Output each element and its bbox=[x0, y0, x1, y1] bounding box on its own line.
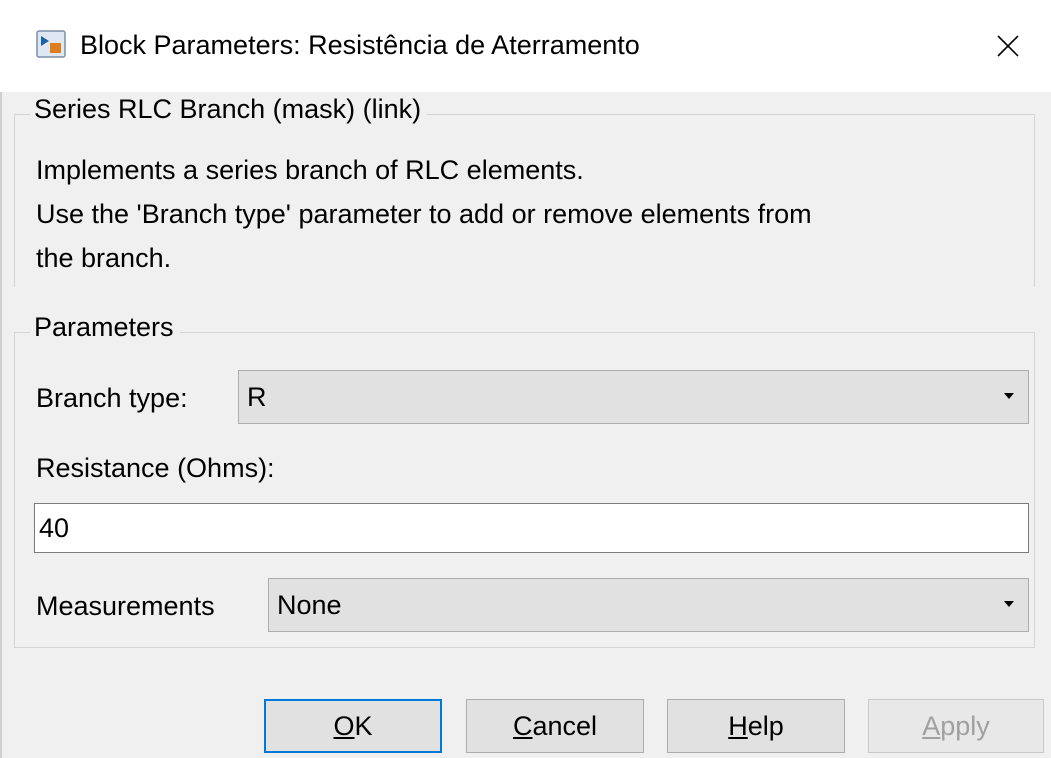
measurements-value: None bbox=[277, 590, 342, 620]
resistance-label: Resistance (Ohms): bbox=[36, 453, 275, 483]
help-label: elp bbox=[747, 710, 784, 741]
apply-label: pply bbox=[940, 710, 990, 741]
description-line: Implements a series branch of RLC elemen… bbox=[36, 155, 584, 185]
help-mnemonic: H bbox=[728, 710, 748, 741]
ok-button[interactable]: OK bbox=[264, 699, 442, 753]
window-title: Block Parameters: Resistência de Aterram… bbox=[80, 30, 640, 60]
close-button[interactable] bbox=[988, 26, 1028, 66]
description-line: the branch. bbox=[36, 243, 172, 273]
branch-type-label: Branch type: bbox=[36, 383, 188, 413]
resistance-value: 40 bbox=[39, 513, 70, 543]
chevron-down-icon bbox=[1004, 393, 1014, 399]
measurements-dropdown[interactable]: None bbox=[268, 578, 1029, 632]
simulink-block-icon bbox=[36, 30, 66, 58]
apply-button[interactable]: Apply bbox=[868, 699, 1044, 753]
resistance-input[interactable]: 40 bbox=[34, 503, 1029, 553]
ok-label: K bbox=[354, 710, 373, 741]
close-icon bbox=[997, 35, 1019, 57]
help-button[interactable]: Help bbox=[667, 699, 845, 753]
description-legend: Series RLC Branch (mask) (link) bbox=[30, 93, 428, 125]
ok-mnemonic: O bbox=[333, 710, 355, 741]
description-line: Use the 'Branch type' parameter to add o… bbox=[36, 199, 812, 229]
cancel-button[interactable]: Cancel bbox=[466, 699, 644, 753]
title-bar: Block Parameters: Resistência de Aterram… bbox=[0, 0, 1051, 92]
apply-mnemonic: A bbox=[922, 710, 941, 741]
cancel-mnemonic: C bbox=[512, 710, 533, 741]
chevron-down-icon bbox=[1004, 601, 1014, 607]
parameters-legend: Parameters bbox=[30, 311, 180, 343]
measurements-label: Measurements bbox=[36, 591, 215, 621]
branch-type-dropdown[interactable]: R bbox=[238, 370, 1029, 424]
block-description: Implements a series branch of RLC elemen… bbox=[36, 148, 1026, 280]
branch-type-value: R bbox=[247, 382, 267, 412]
cancel-label: ancel bbox=[532, 710, 598, 741]
window-left-edge bbox=[0, 92, 2, 758]
